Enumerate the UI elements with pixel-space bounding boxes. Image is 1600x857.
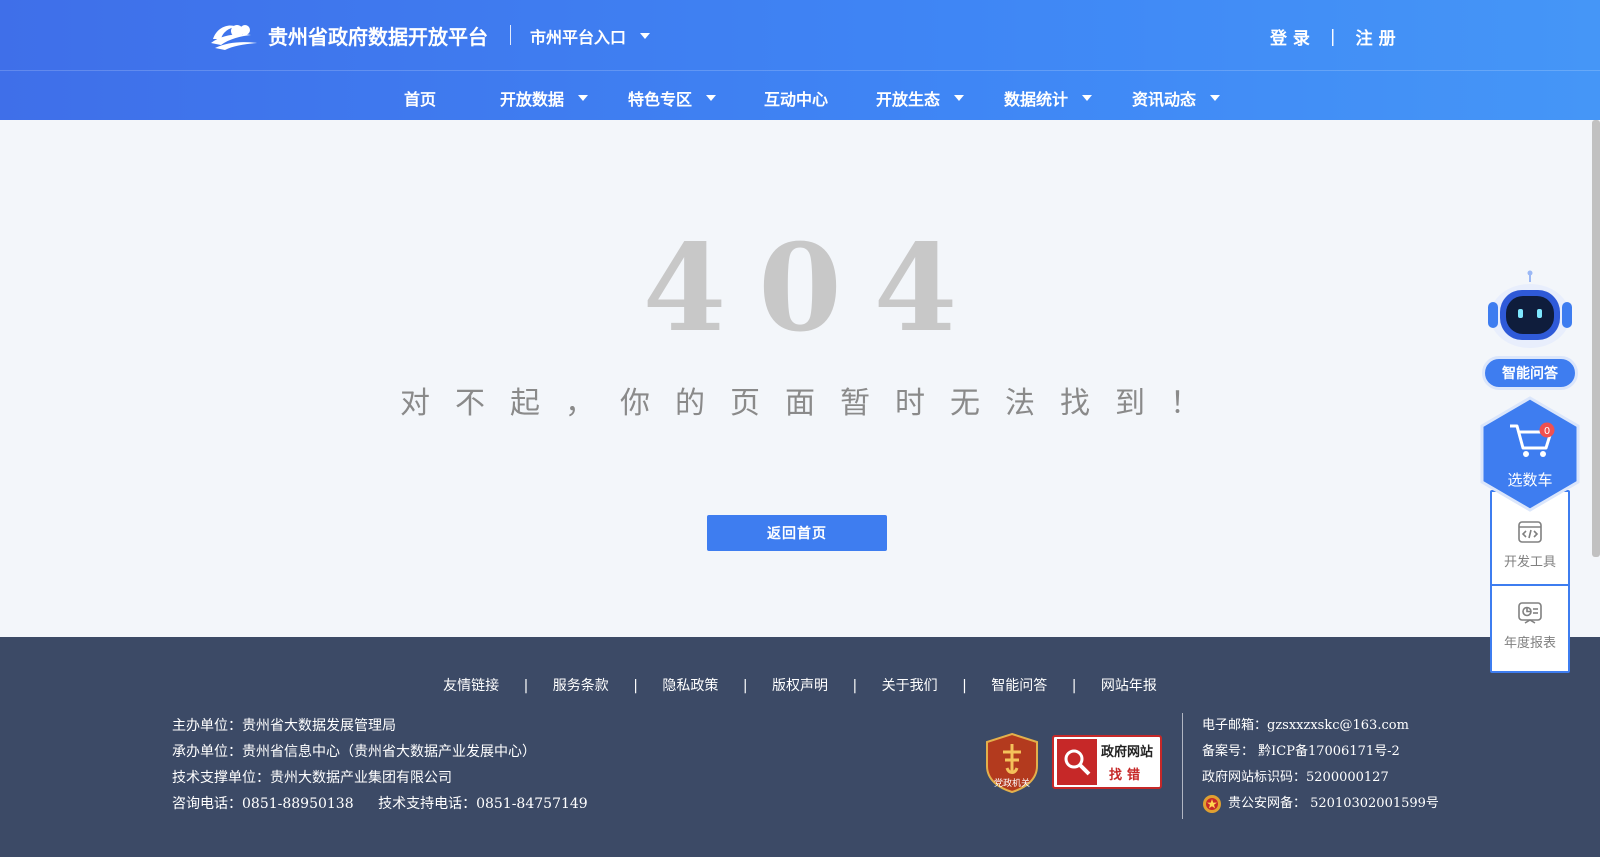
nav-item-home[interactable]: 首页	[404, 86, 436, 110]
footer-link-terms[interactable]: 服务条款	[553, 675, 609, 695]
city-platform-entry[interactable]: 市州平台入口	[530, 24, 651, 48]
caret-down-icon	[954, 95, 965, 101]
footer-link-separator: |	[962, 678, 967, 694]
gov-site-id-text: 政府网站标识码：5200000127	[1202, 770, 1389, 785]
nav-item-label: 特色专区	[628, 90, 693, 109]
code-icon	[1518, 520, 1542, 543]
icp-text[interactable]: 备案号： 黔ICP备17006171号-2	[1202, 739, 1439, 765]
consult-phone: 咨询电话：0851-88950138	[172, 796, 354, 812]
caret-down-icon	[706, 95, 717, 101]
nav-item-news[interactable]: 资讯动态	[1132, 86, 1221, 110]
error-message: 对不起，你的页面暂时无法找到！	[400, 386, 1225, 421]
police-emblem-icon	[1203, 795, 1221, 813]
footer: 友情链接 | 服务条款 | 隐私政策 | 版权声明 | 关于我们 | 智能问答 …	[0, 637, 1600, 857]
nav-item-label: 开放数据	[500, 90, 565, 109]
nav-item-data-statistics[interactable]: 数据统计	[1004, 86, 1093, 110]
register-link[interactable]: 注 册	[1356, 24, 1396, 49]
nav-item-label: 数据统计	[1004, 90, 1069, 109]
organizer-text: 主办单位：贵州省大数据发展管理局	[172, 718, 396, 734]
side-tool-panel: 开发工具 年度报表	[1490, 490, 1570, 673]
smart-qa-button[interactable]: 智能问答	[1482, 356, 1578, 390]
footer-divider	[1182, 713, 1183, 819]
nav-item-open-ecosystem[interactable]: 开放生态	[876, 86, 965, 110]
gov-badge-line1: 政府网站	[1101, 745, 1154, 760]
magnifier-icon	[1057, 739, 1097, 785]
caret-down-icon	[1082, 95, 1093, 101]
nav-item-interaction-center[interactable]: 互动中心	[764, 86, 828, 110]
auth-separator: |	[1329, 26, 1336, 47]
cloud-logo-icon	[211, 25, 257, 50]
gov-site-error-badge[interactable]: 政府网站 找错	[1052, 735, 1162, 789]
support-phone: 技术支持电话：0851-84757149	[378, 796, 588, 812]
cart-label: 选数车	[1507, 471, 1553, 489]
footer-link-about[interactable]: 关于我们	[882, 675, 938, 695]
site-logo[interactable]: 贵州省政府数据开放平台	[207, 17, 488, 53]
footer-links: 友情链接 | 服务条款 | 隐私政策 | 版权声明 | 关于我们 | 智能问答 …	[0, 675, 1600, 695]
dev-tools-label: 开发工具	[1503, 554, 1556, 570]
footer-link-friends[interactable]: 友情链接	[443, 675, 499, 695]
dev-tools-button[interactable]: 开发工具	[1492, 504, 1568, 584]
scrollbar[interactable]	[1592, 120, 1600, 557]
nav-item-label: 资讯动态	[1132, 90, 1197, 109]
site-title: 贵州省政府数据开放平台	[268, 24, 488, 49]
nav-item-label: 互动中心	[764, 90, 829, 109]
police-record-text: 贵公安网备： 52010302001599号	[1228, 796, 1439, 811]
footer-org-info: 主办单位：贵州省大数据发展管理局 承办单位：贵州省信息中心（贵州省大数据产业发展…	[172, 713, 588, 817]
footer-link-privacy[interactable]: 隐私政策	[662, 675, 718, 695]
footer-link-annual[interactable]: 网站年报	[1101, 675, 1157, 695]
police-record-row[interactable]: 贵公安网备： 52010302001599号	[1202, 791, 1439, 817]
cart-count: 0	[1544, 426, 1550, 437]
footer-link-qa[interactable]: 智能问答	[991, 675, 1047, 695]
party-gov-badge-icon[interactable]: 党政机关	[985, 732, 1039, 794]
footer-link-copyright[interactable]: 版权声明	[772, 675, 828, 695]
gov-badge-line2: 找错	[1109, 768, 1146, 783]
footer-link-separator: |	[523, 678, 529, 694]
footer-record-info: 电子邮箱：gzsxxzxskc@163.com 备案号： 黔ICP备170061…	[1202, 713, 1439, 817]
robot-assistant-icon[interactable]	[1484, 270, 1576, 350]
nav-item-open-data[interactable]: 开放数据	[500, 86, 589, 110]
undertaker-text: 承办单位：贵州省信息中心（贵州省大数据产业发展中心）	[172, 744, 536, 760]
error-code: 404	[642, 218, 990, 359]
caret-down-icon	[640, 33, 651, 39]
nav-item-label: 开放生态	[876, 90, 941, 109]
caret-down-icon	[1210, 95, 1221, 101]
annual-report-button[interactable]: 年度报表	[1492, 584, 1568, 664]
data-cart-button[interactable]: 0	[1480, 396, 1580, 512]
gov-badge-text: 政府网站 找错	[1101, 741, 1153, 783]
login-link[interactable]: 登 录	[1270, 24, 1310, 49]
footer-link-separator: |	[633, 678, 638, 694]
city-entry-label: 市州平台入口	[530, 28, 627, 47]
tech-support-text: 技术支撑单位：贵州大数据产业集团有限公司	[172, 770, 452, 786]
annual-report-label: 年度报表	[1503, 635, 1556, 651]
header-divider	[510, 25, 511, 45]
phone-row: 咨询电话：0851-88950138 技术支持电话：0851-84757149	[172, 791, 588, 817]
report-chart-icon	[1518, 601, 1542, 624]
back-home-button[interactable]: 返回首页	[707, 515, 887, 551]
nav-item-special-zone[interactable]: 特色专区	[628, 86, 717, 110]
auth-links: 登 录 | 注 册	[1270, 24, 1396, 50]
party-badge-text: 党政机关	[994, 777, 1030, 789]
email-text: 电子邮箱：gzsxxzxskc@163.com	[1202, 718, 1409, 733]
nav-item-label: 首页	[404, 90, 437, 109]
footer-link-separator: |	[1071, 678, 1077, 694]
footer-link-separator: |	[852, 678, 858, 694]
footer-link-separator: |	[742, 678, 748, 694]
caret-down-icon	[578, 95, 589, 101]
